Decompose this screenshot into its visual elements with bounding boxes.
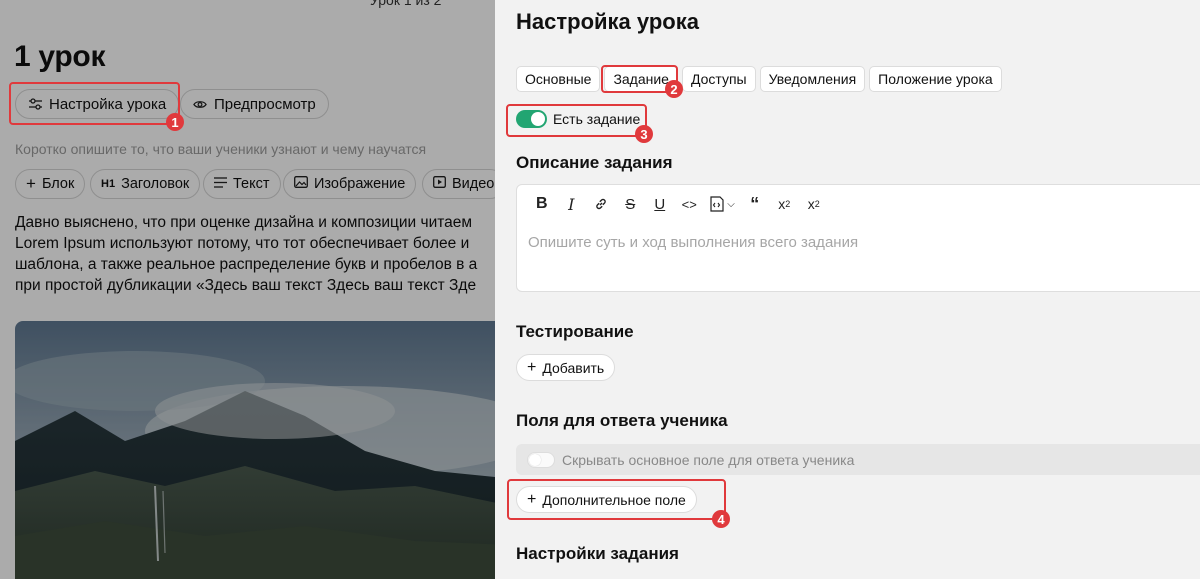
assignment-description-editor[interactable]: B I S U <> ⌵ “ x2 x2 Опишите суть и ход … — [516, 184, 1200, 292]
step-badge-3: 3 — [635, 125, 653, 143]
format-toolbar: B I S U <> ⌵ “ x2 x2 — [527, 194, 829, 214]
subscript-icon[interactable]: x2 — [799, 194, 829, 214]
step-badge-4: 4 — [712, 510, 730, 528]
step-badge-2: 2 — [665, 80, 683, 98]
settings-tabs: Основные Задание Доступы Уведомления Пол… — [516, 66, 1002, 92]
highlight-frame-1 — [9, 82, 180, 125]
link-icon[interactable] — [586, 194, 616, 214]
step-badge-1: 1 — [166, 113, 184, 131]
strikethrough-icon[interactable]: S — [616, 194, 646, 214]
code-icon[interactable]: <> — [675, 194, 705, 214]
bold-icon[interactable]: B — [527, 194, 557, 214]
tab-access[interactable]: Доступы — [681, 66, 756, 92]
hide-main-field-toggle[interactable] — [527, 451, 555, 468]
add-test-label: Добавить — [542, 359, 605, 376]
description-heading: Описание задания — [516, 153, 673, 172]
underline-icon[interactable]: U — [645, 194, 675, 214]
code-block-icon[interactable]: ⌵ — [704, 194, 740, 214]
hide-main-field-label: Скрывать основное поле для ответа ученик… — [562, 451, 855, 468]
tab-lesson-position[interactable]: Положение урока — [869, 66, 1002, 92]
answer-fields-heading: Поля для ответа ученика — [516, 411, 728, 430]
tab-notifications[interactable]: Уведомления — [759, 66, 866, 92]
highlight-frame-3 — [506, 104, 647, 137]
panel-title: Настройка урока — [516, 9, 699, 34]
italic-icon[interactable]: I — [557, 194, 587, 214]
tab-basic[interactable]: Основные — [516, 66, 601, 92]
highlight-frame-4 — [507, 479, 726, 520]
superscript-icon[interactable]: x2 — [770, 194, 800, 214]
testing-heading: Тестирование — [516, 322, 634, 341]
plus-icon: + — [527, 358, 537, 376]
assignment-description-placeholder: Опишите суть и ход выполнения всего зада… — [528, 234, 859, 251]
task-settings-heading: Настройки задания — [516, 544, 679, 563]
add-test-button[interactable]: + Добавить — [516, 354, 616, 381]
blockquote-icon[interactable]: “ — [740, 194, 770, 214]
hide-main-field-row: Скрывать основное поле для ответа ученик… — [516, 444, 1200, 475]
